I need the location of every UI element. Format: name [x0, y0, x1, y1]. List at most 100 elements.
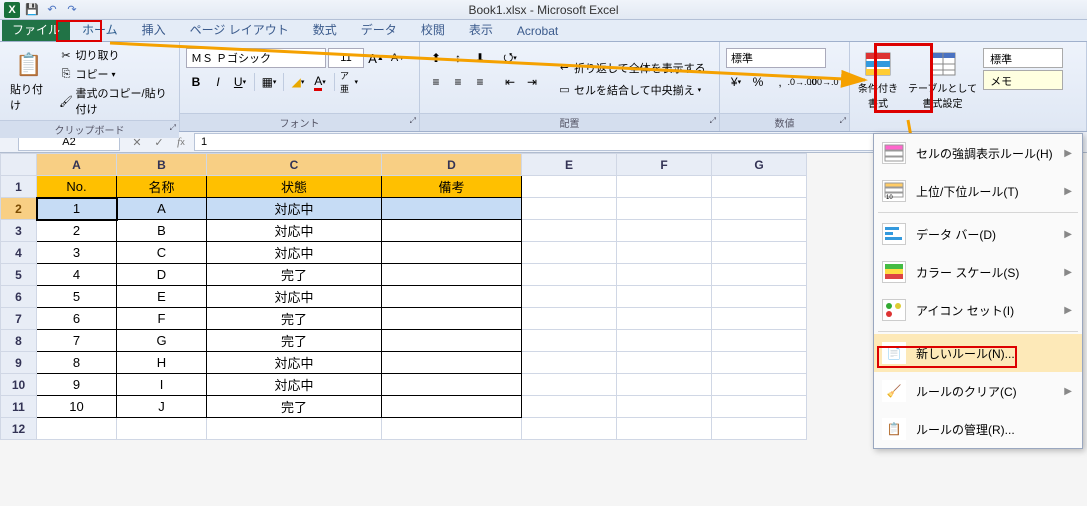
cell[interactable]: No.	[37, 176, 117, 198]
data-tab[interactable]: データ	[349, 18, 409, 41]
cell[interactable]	[617, 330, 712, 352]
cell[interactable]	[712, 374, 807, 396]
cell[interactable]: 完了	[207, 264, 382, 286]
cell[interactable]: 9	[37, 374, 117, 396]
cell[interactable]	[382, 286, 522, 308]
col-header-G[interactable]: G	[712, 154, 807, 176]
cell[interactable]: J	[117, 396, 207, 418]
cell[interactable]	[522, 286, 617, 308]
cell[interactable]	[382, 242, 522, 264]
cell[interactable]	[712, 418, 807, 440]
cell[interactable]: 5	[37, 286, 117, 308]
cell[interactable]	[712, 220, 807, 242]
menu-clear-rules[interactable]: 🧹ルールのクリア(C)▶	[874, 372, 1082, 410]
redo-icon[interactable]: ↷	[64, 2, 80, 18]
cell[interactable]	[617, 418, 712, 440]
cell[interactable]: 備考	[382, 176, 522, 198]
cell[interactable]	[522, 418, 617, 440]
cell[interactable]: 2	[37, 220, 117, 242]
cell[interactable]: 対応中	[207, 198, 382, 220]
cell[interactable]: 6	[37, 308, 117, 330]
col-header-E[interactable]: E	[522, 154, 617, 176]
cell[interactable]	[37, 418, 117, 440]
insert-tab[interactable]: 挿入	[130, 18, 178, 41]
cell[interactable]	[522, 330, 617, 352]
cell[interactable]: 7	[37, 330, 117, 352]
cell[interactable]	[382, 374, 522, 396]
cell[interactable]: 対応中	[207, 286, 382, 308]
menu-top-bottom-rules[interactable]: 10上位/下位ルール(T)▶	[874, 172, 1082, 210]
cell[interactable]	[522, 198, 617, 220]
cell[interactable]	[522, 176, 617, 198]
cell[interactable]	[522, 352, 617, 374]
row-header[interactable]: 9	[1, 352, 37, 374]
cell[interactable]: B	[117, 220, 207, 242]
cell[interactable]: 完了	[207, 396, 382, 418]
row-header[interactable]: 11	[1, 396, 37, 418]
cell[interactable]: 対応中	[207, 374, 382, 396]
undo-icon[interactable]: ↶	[44, 2, 60, 18]
cell-style-memo[interactable]: メモ	[983, 70, 1063, 90]
formulas-tab[interactable]: 数式	[301, 18, 349, 41]
cell[interactable]	[617, 176, 712, 198]
cell[interactable]	[382, 396, 522, 418]
row-header[interactable]: 7	[1, 308, 37, 330]
cell[interactable]	[712, 286, 807, 308]
dialog-launcher-icon[interactable]: ⤢	[170, 123, 176, 133]
cell[interactable]	[617, 352, 712, 374]
cell[interactable]	[382, 264, 522, 286]
row-header[interactable]: 12	[1, 418, 37, 440]
menu-highlight-rules[interactable]: セルの強調表示ルール(H)▶	[874, 134, 1082, 172]
view-tab[interactable]: 表示	[457, 18, 505, 41]
cell[interactable]: 対応中	[207, 220, 382, 242]
row-header[interactable]: 3	[1, 220, 37, 242]
cell[interactable]	[712, 242, 807, 264]
col-header-C[interactable]: C	[207, 154, 382, 176]
cell[interactable]	[382, 308, 522, 330]
cell[interactable]	[712, 198, 807, 220]
cell[interactable]: 対応中	[207, 242, 382, 264]
cell[interactable]	[617, 242, 712, 264]
row-header[interactable]: 6	[1, 286, 37, 308]
cell[interactable]: F	[117, 308, 207, 330]
col-header-A[interactable]: A	[37, 154, 117, 176]
cell[interactable]	[617, 308, 712, 330]
row-header[interactable]: 5	[1, 264, 37, 286]
cell[interactable]	[617, 286, 712, 308]
cell[interactable]: D	[117, 264, 207, 286]
cell[interactable]: E	[117, 286, 207, 308]
cell[interactable]	[617, 374, 712, 396]
cell[interactable]	[712, 330, 807, 352]
cell[interactable]: 8	[37, 352, 117, 374]
cell[interactable]	[522, 264, 617, 286]
dialog-launcher-icon[interactable]: ⤢	[410, 116, 416, 126]
row-header[interactable]: 1	[1, 176, 37, 198]
cell[interactable]: I	[117, 374, 207, 396]
cell[interactable]	[382, 330, 522, 352]
cell[interactable]: 完了	[207, 330, 382, 352]
cell[interactable]	[617, 264, 712, 286]
cell[interactable]: 完了	[207, 308, 382, 330]
row-header[interactable]: 2	[1, 198, 37, 220]
cell[interactable]: 10	[37, 396, 117, 418]
cell[interactable]	[522, 220, 617, 242]
cell[interactable]	[382, 352, 522, 374]
cell[interactable]: G	[117, 330, 207, 352]
cell[interactable]: C	[117, 242, 207, 264]
cell[interactable]	[712, 352, 807, 374]
cell[interactable]	[522, 374, 617, 396]
cell[interactable]	[712, 396, 807, 418]
cell[interactable]: 3	[37, 242, 117, 264]
cell[interactable]	[712, 308, 807, 330]
cell[interactable]	[712, 176, 807, 198]
col-header-D[interactable]: D	[382, 154, 522, 176]
cell[interactable]	[522, 308, 617, 330]
cell[interactable]	[617, 198, 712, 220]
dialog-launcher-icon[interactable]: ⤢	[710, 116, 716, 126]
cell[interactable]: A	[117, 198, 207, 220]
cell[interactable]: 1	[37, 198, 117, 220]
cell[interactable]	[712, 264, 807, 286]
cell[interactable]	[522, 242, 617, 264]
spreadsheet-grid[interactable]: A B C D E F G 1 No. 名称 状態 備考 2 1 A 対応中 3…	[0, 153, 807, 440]
menu-manage-rules[interactable]: 📋ルールの管理(R)...	[874, 410, 1082, 448]
